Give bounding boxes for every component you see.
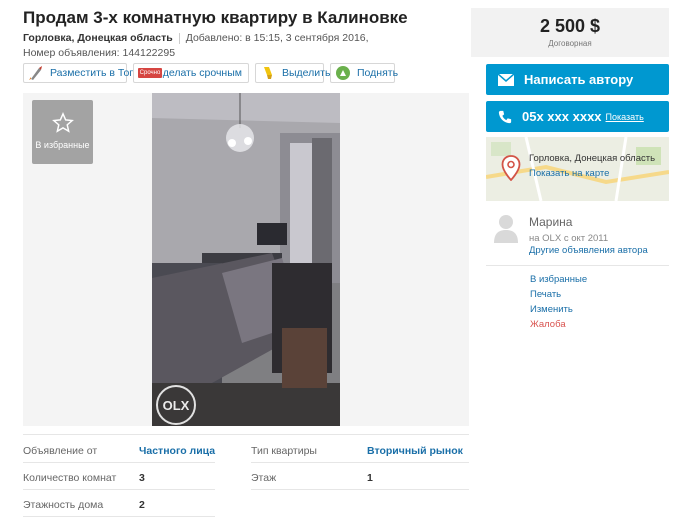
favorite-button[interactable]: В избранные <box>32 100 93 164</box>
bump-button[interactable]: Поднять <box>330 63 399 83</box>
divider <box>23 434 469 435</box>
promote-top-label: Разместить в Топ <box>50 67 135 79</box>
detail-value: 3 <box>139 472 145 484</box>
location-map[interactable]: Горловка, Донецкая область Показать на к… <box>486 137 669 201</box>
price-box: 2 500 $ Договорная <box>471 8 669 57</box>
show-on-map-link[interactable]: Показать на карте <box>529 168 609 179</box>
detail-label: Этажность дома <box>23 499 104 511</box>
detail-label: Количество комнат <box>23 472 117 484</box>
detail-value: 2 <box>139 499 145 511</box>
divider <box>486 265 669 266</box>
meta-divider <box>178 32 180 44</box>
listing-meta: Горловка, Донецкая область Добавлено: в 1… <box>23 32 369 44</box>
price-amount: 2 500 $ <box>539 16 601 36</box>
seller-avatar-icon <box>493 213 519 248</box>
star-icon <box>32 112 93 136</box>
divider <box>23 516 215 517</box>
seller-name: Марина <box>529 215 573 229</box>
listing-title: Продам 3-х комнатную квартиру в Калиновк… <box>23 8 408 27</box>
marker-icon <box>260 65 276 81</box>
detail-value: 1 <box>367 472 373 484</box>
detail-label: Тип квартиры <box>251 445 317 457</box>
rocket-icon <box>28 65 44 81</box>
promote-top-button[interactable]: Разместить в Топ <box>23 63 135 83</box>
ad-number: Номер объявления: 144122295 <box>23 47 176 59</box>
write-author-label: Написать автору <box>524 72 634 87</box>
make-urgent-label: Сделать срочным <box>155 67 242 79</box>
seller-other-ads-link[interactable]: Другие объявления автора <box>529 245 648 256</box>
edit-link[interactable]: Изменить <box>530 304 587 319</box>
ad-actions: В избранные Печать Изменить Жалоба <box>530 274 587 334</box>
highlight-button[interactable]: Выделить <box>255 63 330 83</box>
phone-number: 05x xxx xxxx <box>522 109 602 124</box>
price-note: Договорная <box>548 39 592 48</box>
divider <box>23 489 215 490</box>
listing-photo[interactable]: OLX <box>152 93 340 426</box>
phone-button[interactable]: 05x xxx xxxx Показать <box>486 101 669 132</box>
map-pin-icon <box>501 155 521 186</box>
detail-value-link[interactable]: Вторичный рынок <box>367 445 463 457</box>
divider <box>251 462 469 463</box>
detail-label: Объявление от <box>23 445 98 457</box>
favorite-label: В избранные <box>35 140 90 150</box>
olx-watermark: OLX <box>156 385 196 425</box>
urgent-badge-label: Срочно <box>138 68 162 78</box>
print-link[interactable]: Печать <box>530 289 587 304</box>
divider <box>23 462 215 463</box>
listing-location[interactable]: Горловка, Донецкая область <box>23 32 173 44</box>
highlight-label: Выделить <box>282 67 331 79</box>
make-urgent-button[interactable]: Срочно Сделать срочным <box>133 63 249 83</box>
add-to-favorites-link[interactable]: В избранные <box>530 274 587 289</box>
seller-since: на OLX с окт 2011 <box>529 233 609 244</box>
bump-icon <box>335 65 351 81</box>
envelope-icon <box>498 73 514 86</box>
detail-label: Этаж <box>251 472 277 484</box>
urgent-badge-icon: Срочно <box>138 65 162 81</box>
report-link[interactable]: Жалоба <box>530 319 587 334</box>
write-author-button[interactable]: Написать автору <box>486 64 669 95</box>
phone-icon <box>498 110 512 124</box>
detail-value-link[interactable]: Частного лица <box>139 445 215 457</box>
divider <box>251 489 469 490</box>
listing-date: Добавлено: в 15:15, 3 сентября 2016, <box>185 32 369 44</box>
show-phone-link[interactable]: Показать <box>606 112 644 122</box>
promo-toolbar: Разместить в Топ Срочно Сделать срочным … <box>23 63 399 83</box>
map-location: Горловка, Донецкая область <box>529 153 656 164</box>
bump-label: Поднять <box>357 67 399 79</box>
